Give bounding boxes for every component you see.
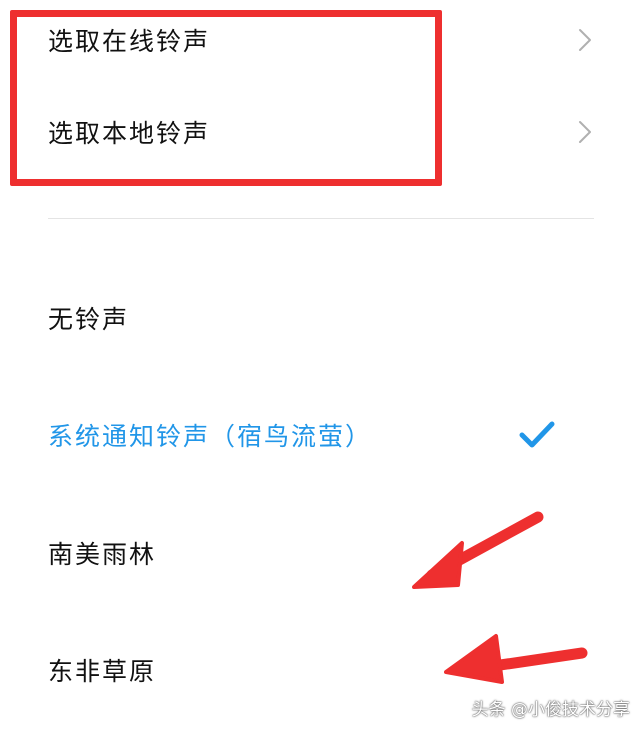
- ringtone-settings-page: 选取在线铃声 选取本地铃声 无铃声 系统通知铃声（宿鸟流萤） 南美雨林 东非草原…: [0, 0, 640, 730]
- ringtone-label: 系统通知铃声（宿鸟流萤）: [48, 422, 373, 451]
- select-local-ringtone-row[interactable]: 选取本地铃声: [0, 92, 640, 172]
- chevron-right-icon: [579, 121, 591, 143]
- select-online-ringtone-label: 选取在线铃声: [48, 27, 211, 56]
- watermark: 头条 @小俊技术分享: [471, 700, 630, 720]
- ringtone-item-south-american-rainforest[interactable]: 南美雨林: [0, 513, 640, 593]
- check-icon: [519, 421, 555, 448]
- ringtone-item-system-notification[interactable]: 系统通知铃声（宿鸟流萤）: [0, 395, 640, 475]
- ringtone-item-none[interactable]: 无铃声: [0, 278, 640, 358]
- ringtone-label: 无铃声: [48, 305, 130, 334]
- ringtone-label: 东非草原: [48, 657, 157, 686]
- chevron-right-icon: [579, 29, 591, 51]
- select-online-ringtone-row[interactable]: 选取在线铃声: [0, 0, 640, 80]
- select-local-ringtone-label: 选取本地铃声: [48, 119, 211, 148]
- ringtone-label: 南美雨林: [48, 540, 157, 569]
- section-divider: [48, 218, 594, 219]
